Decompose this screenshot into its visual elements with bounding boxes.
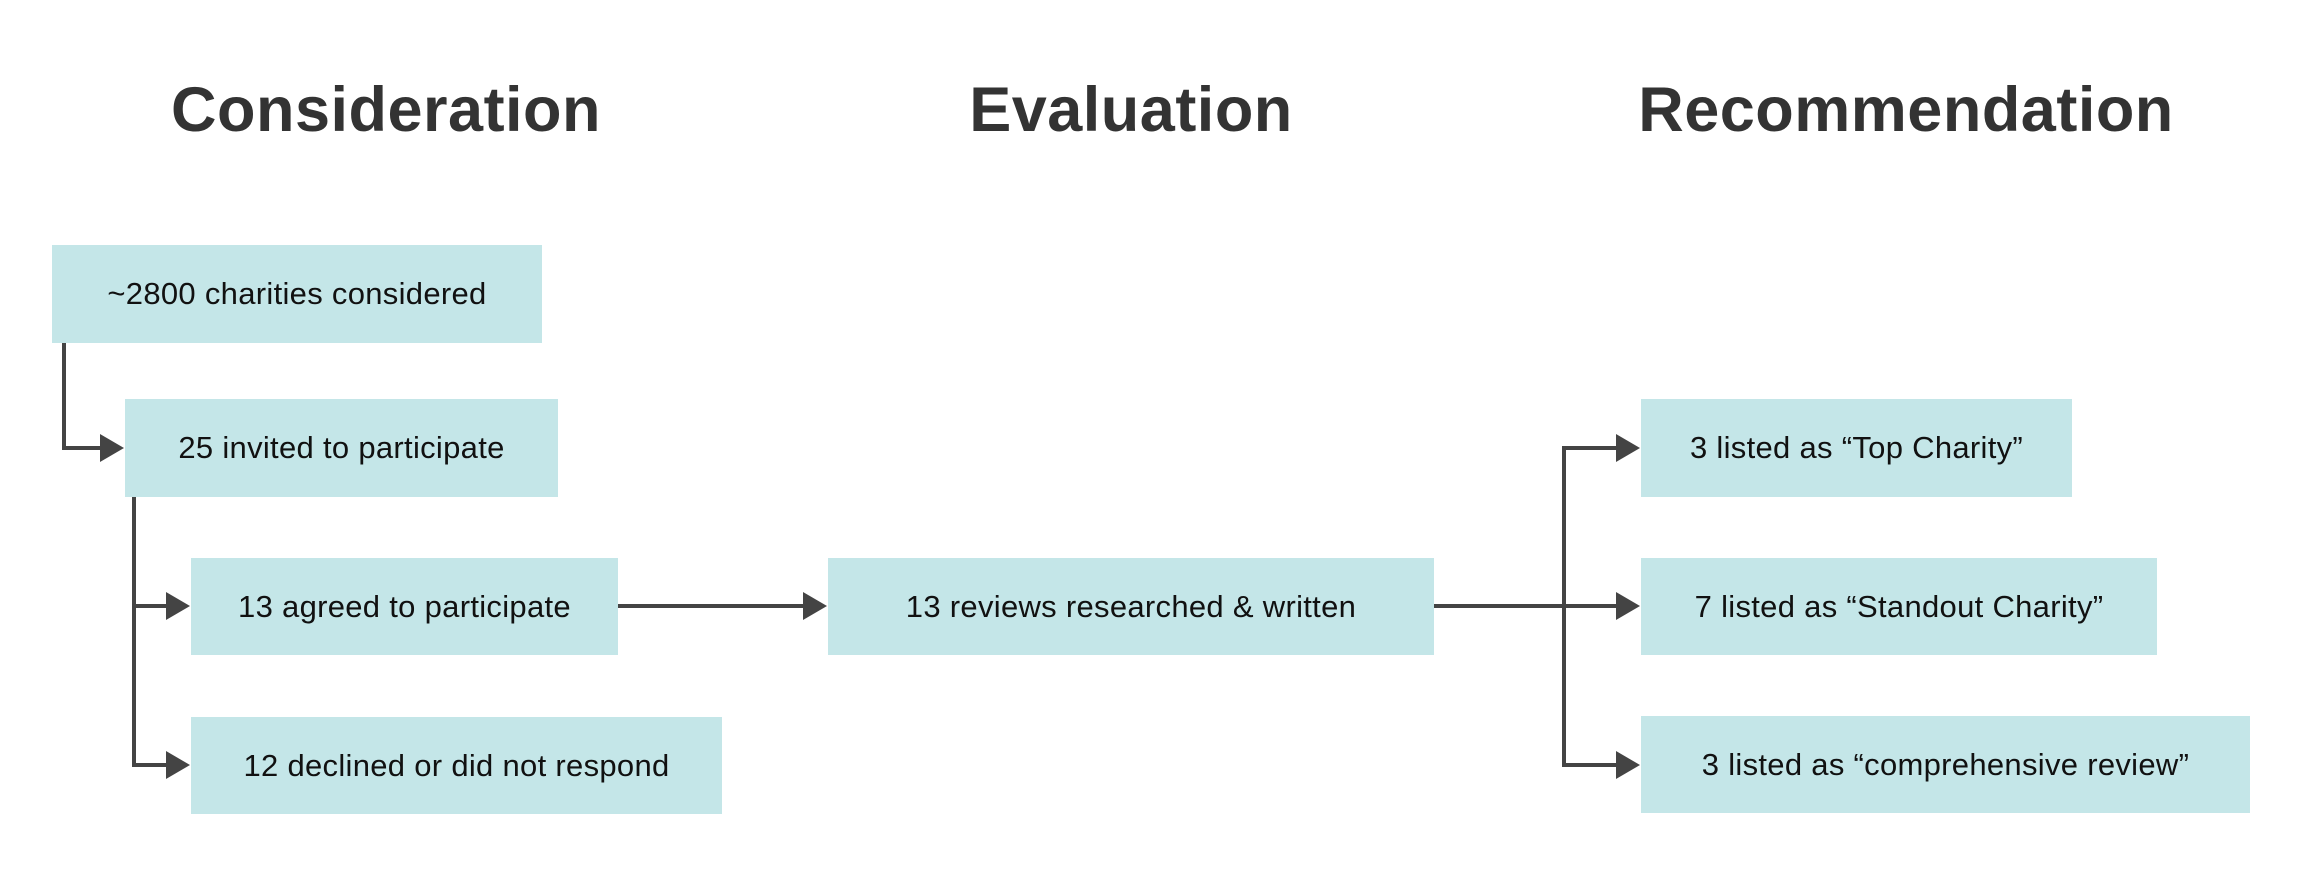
arrowhead-invited: [100, 434, 124, 462]
node-reviews-researched: 13 reviews researched & written: [828, 558, 1434, 655]
arrowhead-agreed: [166, 592, 190, 620]
arrowhead-comprehensive: [1616, 751, 1640, 779]
node-label: 3 listed as “comprehensive review”: [1701, 746, 2190, 782]
node-standout-charity: 7 listed as “Standout Charity”: [1641, 558, 2157, 655]
node-label: 3 listed as “Top Charity”: [1689, 430, 2024, 465]
stage-heading-evaluation: Evaluation: [969, 75, 1293, 145]
node-invited-to-participate: 25 invited to participate: [125, 399, 558, 497]
node-label: 13 agreed to participate: [238, 588, 571, 624]
stage-heading-consideration: Consideration: [170, 75, 602, 145]
arrowhead-standout: [1616, 592, 1640, 620]
charity-evaluation-flow-diagram: Consideration Evaluation Recommendation …: [0, 0, 2301, 891]
node-label: 13 reviews researched & written: [905, 588, 1357, 624]
arrowhead-top: [1616, 434, 1640, 462]
node-label: 12 declined or did not respond: [243, 747, 670, 783]
arrowhead-declined: [166, 751, 190, 779]
arrowhead-reviews: [803, 592, 827, 620]
node-top-charity: 3 listed as “Top Charity”: [1641, 399, 2072, 497]
node-label: 7 listed as “Standout Charity”: [1694, 588, 2104, 624]
node-label: 25 invited to participate: [178, 430, 505, 465]
node-label: ~2800 charities considered: [107, 276, 487, 311]
connector-considered-invited: [62, 343, 104, 450]
stage-heading-recommendation: Recommendation: [1638, 75, 2174, 145]
node-declined-or-no-response: 12 declined or did not respond: [191, 717, 722, 814]
node-charities-considered: ~2800 charities considered: [52, 245, 542, 343]
node-agreed-to-participate: 13 agreed to participate: [191, 558, 618, 655]
node-comprehensive-review: 3 listed as “comprehensive review”: [1641, 716, 2250, 813]
